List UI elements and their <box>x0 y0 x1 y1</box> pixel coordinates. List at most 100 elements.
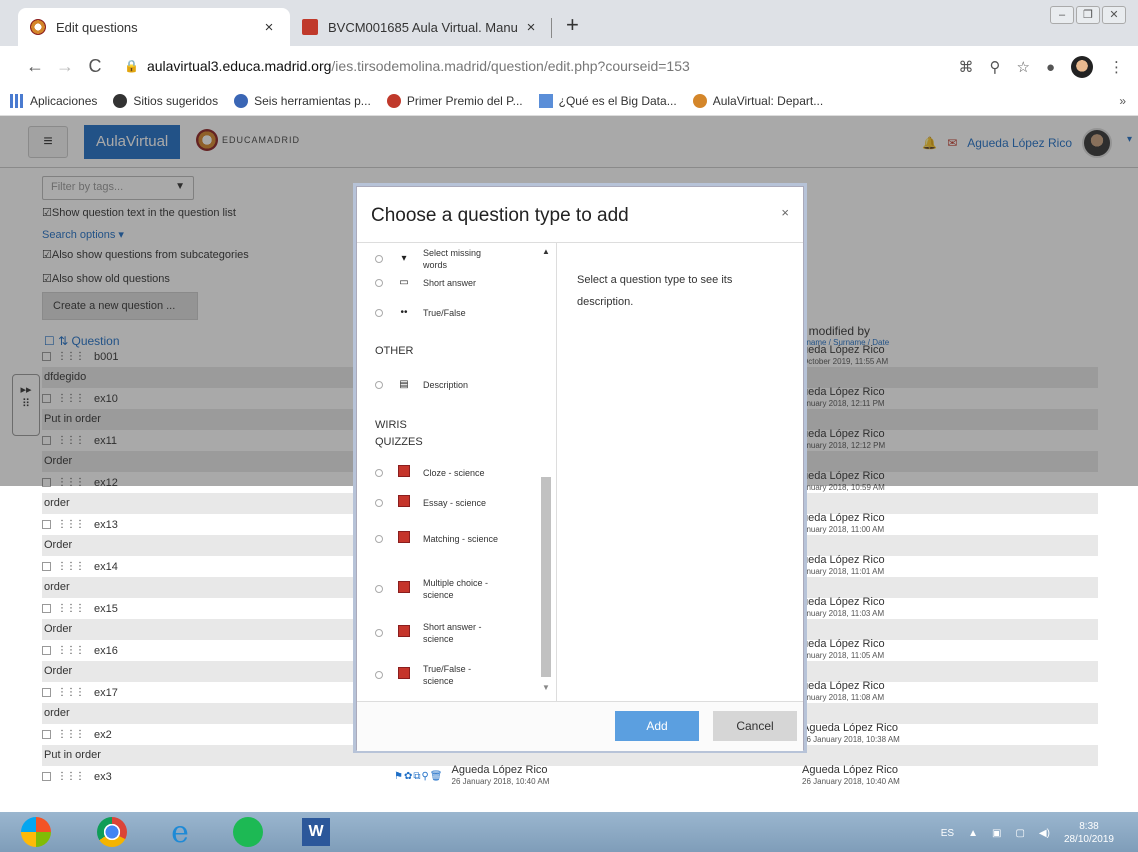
tab-title: Edit questions <box>56 19 138 35</box>
bookmark-aulavirtual[interactable]: AulaVirtual: Depart... <box>692 93 823 108</box>
seal-icon <box>692 93 707 108</box>
globe-icon <box>234 93 249 108</box>
volume-icon[interactable]: ◀) <box>1039 828 1050 839</box>
type-wiris-item[interactable]: Multiple choice - science <box>375 577 545 601</box>
language-indicator[interactable]: ES <box>941 828 954 839</box>
spotify-icon <box>233 817 263 847</box>
menu-kebab-icon[interactable]: ⋮ <box>1109 58 1124 76</box>
bookmark-first-prize[interactable]: Primer Premio del P... <box>386 93 523 108</box>
network-icon[interactable]: ▣ <box>992 828 1001 839</box>
modified-by: Agueda López Rico 26 January 2018, 10:38 … <box>802 722 900 745</box>
star-icon[interactable]: ☆ <box>1016 58 1029 76</box>
close-icon[interactable]: × <box>781 205 789 220</box>
row-checkbox[interactable] <box>42 646 51 655</box>
clock[interactable]: 8:38 28/10/2019 <box>1064 820 1114 846</box>
apps-grid-icon <box>10 93 24 108</box>
tab-bar: Edit questions × BVCM001685 Aula Virtual… <box>0 0 1138 46</box>
bookmark-suggested[interactable]: Sitios sugeridos <box>113 93 218 108</box>
forward-icon[interactable]: → <box>50 56 80 77</box>
url-host: aulavirtual3.educa.madrid.org <box>146 58 332 74</box>
tray-expand-icon[interactable]: ▲ <box>968 828 978 839</box>
restore-icon[interactable]: ❐ <box>1076 6 1100 24</box>
tab-bvcm[interactable]: BVCM001685 Aula Virtual. Manu × <box>290 8 552 46</box>
row-checkbox[interactable] <box>42 688 51 697</box>
reload-icon[interactable]: C <box>80 56 110 77</box>
question-type-icon: ⋮⋮⋮ <box>57 687 85 698</box>
question-name: ex13 <box>94 518 118 531</box>
bookmark-big-data[interactable]: ¿Qué es el Big Data... <box>538 93 677 108</box>
scrollbar[interactable]: ▲ ▼ <box>539 243 553 701</box>
minimize-icon[interactable]: – <box>1050 6 1074 24</box>
modified-by: ueda López Rico anuary 2018, 11:05 AM <box>802 638 885 661</box>
radio-button[interactable] <box>375 309 383 317</box>
extension-icon[interactable]: ● <box>1046 59 1055 76</box>
radio-button[interactable] <box>375 255 383 263</box>
tab-close-icon[interactable]: × <box>522 19 540 36</box>
taskbar-word[interactable]: W <box>292 814 340 850</box>
start-button[interactable] <box>12 814 60 850</box>
row-checkbox[interactable] <box>42 730 51 739</box>
moodle-favicon-icon <box>30 19 46 35</box>
zoom-icon[interactable]: ⚲ <box>989 58 1000 76</box>
table-row[interactable]: ⋮⋮⋮ ex3 <box>42 766 1098 787</box>
tab-edit-questions[interactable]: Edit questions × <box>18 8 290 46</box>
modified-by: ueda López Rico anuary 2018, 11:01 AM <box>802 554 885 577</box>
row-checkbox[interactable] <box>42 604 51 613</box>
bookmarks-bar: Aplicaciones Sitios sugeridos Seis herra… <box>0 86 1138 116</box>
windows-logo-icon <box>21 817 51 847</box>
lock-icon: 🔒 <box>124 59 139 73</box>
radio-button[interactable] <box>375 469 383 477</box>
question-type-icon: ⋮⋮⋮ <box>57 645 85 656</box>
add-button[interactable]: Add <box>615 711 699 741</box>
radio-button[interactable] <box>375 535 383 543</box>
type-wiris-item[interactable]: Essay - science <box>375 495 545 511</box>
type-label: Short answer <box>423 278 477 288</box>
action-icons[interactable]: ⚑✿⧉⚲🗑 <box>394 771 444 782</box>
row-checkbox[interactable] <box>42 562 51 571</box>
scroll-thumb[interactable] <box>541 477 551 677</box>
type-wiris-item[interactable]: Cloze - science <box>375 465 545 481</box>
radio-button[interactable] <box>375 381 383 389</box>
close-window-icon[interactable]: ✕ <box>1102 6 1126 24</box>
globe-icon <box>113 93 128 108</box>
bookmark-apps[interactable]: Aplicaciones <box>10 93 98 108</box>
type-wiris-item[interactable]: True/False - science <box>375 663 545 687</box>
type-description[interactable]: ▤ Description <box>375 379 545 391</box>
new-tab-button[interactable]: + <box>566 12 579 38</box>
url-field[interactable]: 🔒 aulavirtual3.educa.madrid.org /ies.tir… <box>124 58 690 74</box>
back-icon[interactable]: ← <box>20 56 50 77</box>
scroll-up-icon[interactable]: ▲ <box>542 247 550 256</box>
type-true-false[interactable]: •• True/False <box>375 307 545 319</box>
tab-separator <box>551 18 552 38</box>
wiris-icon <box>398 465 410 477</box>
radio-button[interactable] <box>375 629 383 637</box>
wiris-icon <box>398 581 410 593</box>
type-short-answer[interactable]: ▭ Short answer <box>375 277 545 289</box>
taskbar-spotify[interactable] <box>224 814 272 850</box>
radio-button[interactable] <box>375 279 383 287</box>
taskbar-chrome[interactable] <box>88 814 136 850</box>
translate-icon[interactable]: ⌘ <box>958 58 973 76</box>
bookmark-label: Aplicaciones <box>30 93 98 108</box>
bookmark-six-tools[interactable]: Seis herramientas p... <box>234 93 371 108</box>
bookmark-label: ¿Qué es el Big Data... <box>558 93 677 108</box>
tab-close-icon[interactable]: × <box>260 19 278 36</box>
question-type-icon: ⋮⋮⋮ <box>57 771 85 782</box>
type-wiris-item[interactable]: Short answer - science <box>375 621 545 645</box>
row-checkbox[interactable] <box>42 772 51 781</box>
type-select-missing-words[interactable]: ▾ Select missing words <box>375 247 545 271</box>
monitor-icon[interactable]: ▢ <box>1015 828 1024 839</box>
scroll-down-icon[interactable]: ▼ <box>542 683 550 692</box>
type-label: True/False <box>423 308 466 318</box>
seal-icon <box>386 93 401 108</box>
taskbar-ie[interactable]: e <box>156 814 204 850</box>
radio-button[interactable] <box>375 585 383 593</box>
radio-button[interactable] <box>375 671 383 679</box>
type-wiris-item[interactable]: Matching - science <box>375 531 545 547</box>
profile-avatar[interactable] <box>1071 56 1093 78</box>
cancel-button[interactable]: Cancel <box>713 711 797 741</box>
row-checkbox[interactable] <box>42 520 51 529</box>
radio-button[interactable] <box>375 499 383 507</box>
question-type-icon: ⋮⋮⋮ <box>57 561 85 572</box>
bookmarks-more-icon[interactable]: » <box>1119 94 1126 108</box>
